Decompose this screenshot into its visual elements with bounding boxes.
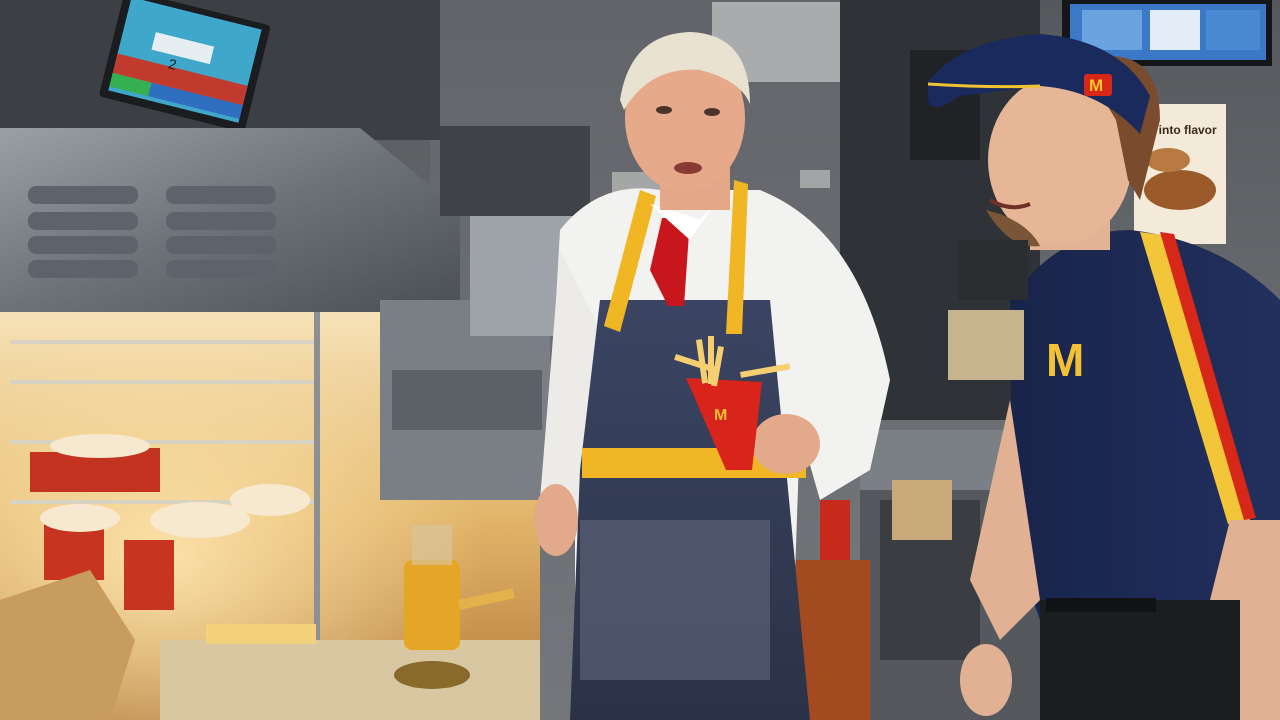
tray-rack xyxy=(948,310,1024,380)
ticket-printer xyxy=(958,240,1028,300)
photo-scene: 2 all into flavor M M M xyxy=(0,0,1280,720)
shirt-logo: M xyxy=(1046,334,1084,386)
visor-logo: M xyxy=(1089,76,1103,95)
fry-box-logo: M xyxy=(714,407,727,424)
scene-svg: 2 all into flavor M M M xyxy=(0,0,1280,720)
condiment-boxes xyxy=(892,480,952,540)
loose-fries xyxy=(206,624,316,644)
